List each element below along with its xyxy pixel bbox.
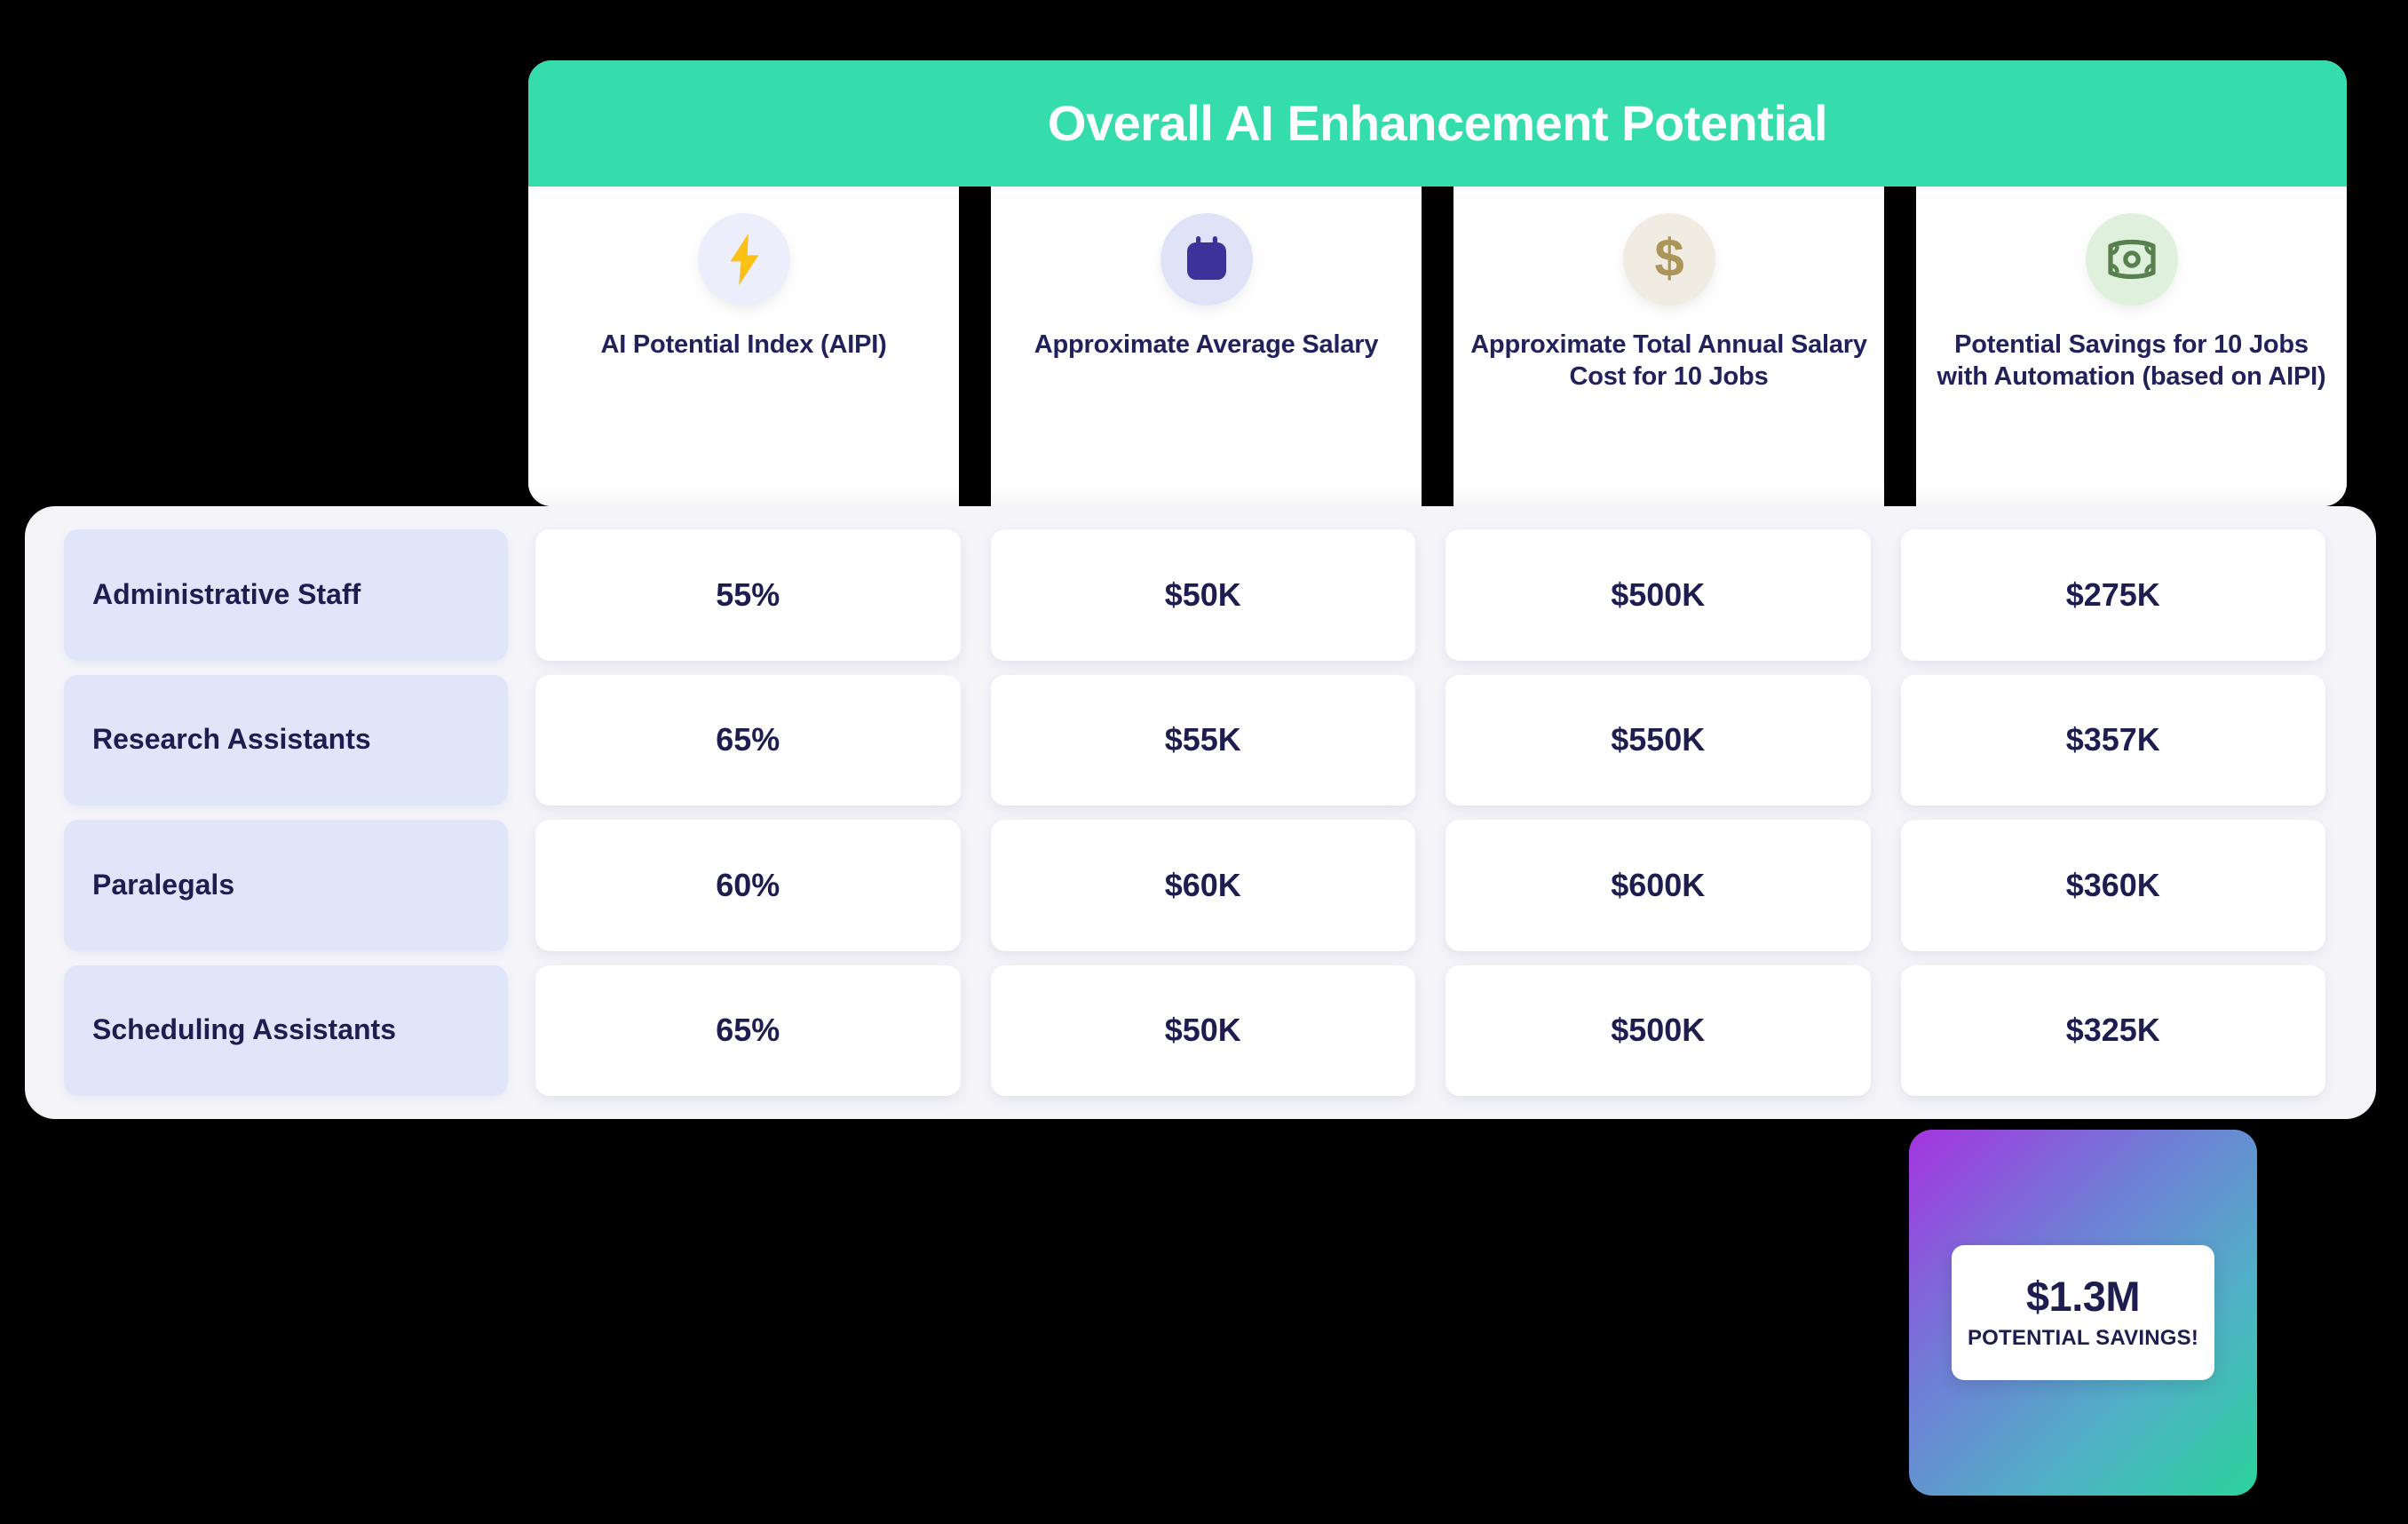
savings-amount: $1.3M — [2025, 1273, 2141, 1321]
cell-potential-savings: $360K — [1900, 820, 2325, 951]
row-label: Scheduling Assistants — [64, 964, 508, 1096]
banknote-icon — [2085, 213, 2178, 306]
table-row: Administrative Staff 55% $50K $500K $275… — [64, 529, 2341, 661]
row-label: Paralegals — [64, 820, 508, 951]
savings-badge-card: $1.3M POTENTIAL SAVINGS! — [1952, 1245, 2214, 1380]
screenshot-root: Overall AI Enhancement Potential AI Pote… — [0, 0, 2408, 1524]
row-label: Research Assistants — [64, 674, 508, 806]
table-row: Scheduling Assistants 65% $50K $500K $32… — [64, 964, 2341, 1096]
column-divider-3 — [1884, 187, 1916, 506]
cell-total-cost: $500K — [1446, 964, 1871, 1096]
cell-avg-salary: $50K — [990, 529, 1415, 661]
table-row: Research Assistants 65% $55K $550K $357K — [64, 674, 2341, 806]
column-header-potential-savings-label: Potential Savings for 10 Jobs with Autom… — [1937, 330, 2326, 392]
column-header-avg-salary: Approximate Average Salary — [991, 187, 1422, 506]
column-header-potential-savings: Potential Savings for 10 Jobs with Autom… — [1916, 187, 2347, 506]
lightning-bolt-icon — [697, 213, 790, 306]
savings-caption: POTENTIAL SAVINGS! — [1967, 1325, 2199, 1350]
column-headers: AI Potential Index (AIPI) Approximate Av… — [528, 187, 2347, 506]
row-cells: 65% $55K $550K $357K — [520, 674, 2341, 806]
column-header-aipi: AI Potential Index (AIPI) — [528, 187, 959, 506]
svg-text:$: $ — [1654, 232, 1683, 287]
cell-potential-savings: $357K — [1900, 674, 2325, 806]
header-card: Overall AI Enhancement Potential AI Pote… — [528, 60, 2347, 506]
data-table-panel: Administrative Staff 55% $50K $500K $275… — [25, 506, 2376, 1119]
row-cells: 60% $60K $600K $360K — [520, 820, 2341, 951]
cell-total-cost: $600K — [1446, 820, 1871, 951]
cell-aipi: 55% — [535, 529, 961, 661]
cell-aipi: 65% — [535, 964, 961, 1096]
row-label: Administrative Staff — [64, 529, 508, 661]
cell-total-cost: $500K — [1446, 529, 1871, 661]
row-cells: 65% $50K $500K $325K — [520, 964, 2341, 1096]
cell-potential-savings: $275K — [1900, 529, 2325, 661]
cell-aipi: 60% — [535, 820, 961, 951]
row-cells: 55% $50K $500K $275K — [520, 529, 2341, 661]
cell-potential-savings: $325K — [1900, 964, 2325, 1096]
cell-avg-salary: $55K — [990, 674, 1415, 806]
column-header-aipi-label: AI Potential Index (AIPI) — [600, 330, 887, 359]
calendar-icon — [1160, 213, 1253, 306]
cell-aipi: 65% — [535, 674, 961, 806]
table-row: Paralegals 60% $60K $600K $360K — [64, 820, 2341, 951]
cell-avg-salary: $50K — [990, 964, 1415, 1096]
column-divider-1 — [959, 187, 991, 506]
dollar-sign-icon: $ — [1622, 213, 1715, 306]
table-grid: Administrative Staff 55% $50K $500K $275… — [64, 529, 2341, 1096]
cell-avg-salary: $60K — [990, 820, 1415, 951]
header-title-bar: Overall AI Enhancement Potential — [528, 60, 2347, 187]
column-header-total-cost-label: Approximate Total Annual Salary Cost for… — [1470, 330, 1867, 392]
savings-badge-gradient: $1.3M POTENTIAL SAVINGS! — [1909, 1130, 2257, 1496]
page-title: Overall AI Enhancement Potential — [1047, 95, 1828, 151]
cell-total-cost: $550K — [1446, 674, 1871, 806]
column-header-avg-salary-label: Approximate Average Salary — [1034, 330, 1379, 359]
column-header-total-cost: $ Approximate Total Annual Salary Cost f… — [1454, 187, 1884, 506]
column-divider-2 — [1422, 187, 1454, 506]
